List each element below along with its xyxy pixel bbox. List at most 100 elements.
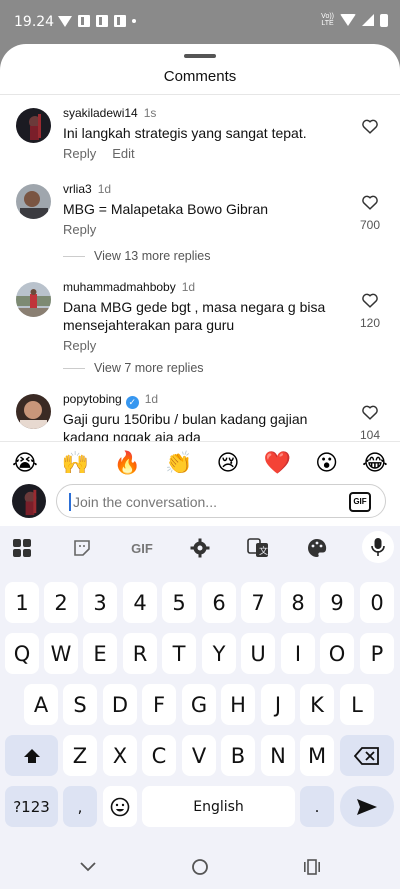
key-r[interactable]: R bbox=[123, 633, 157, 674]
key-p[interactable]: P bbox=[360, 633, 394, 674]
gif-icon[interactable]: GIF bbox=[125, 536, 159, 560]
key-f[interactable]: F bbox=[142, 684, 176, 725]
settings-gear-icon[interactable] bbox=[188, 536, 212, 560]
key-9[interactable]: 9 bbox=[320, 582, 354, 623]
reply-button[interactable]: Reply bbox=[63, 222, 96, 237]
key-l[interactable]: L bbox=[340, 684, 374, 725]
send-key[interactable] bbox=[340, 786, 394, 827]
voice-input-button[interactable] bbox=[362, 531, 394, 563]
key-d[interactable]: D bbox=[103, 684, 137, 725]
comment-actions: Reply bbox=[63, 338, 112, 353]
like-button[interactable]: 700 bbox=[358, 194, 382, 232]
key-5[interactable]: 5 bbox=[162, 582, 196, 623]
emoji-sad-button[interactable]: 😢 bbox=[217, 450, 240, 476]
key-w[interactable]: W bbox=[44, 633, 78, 674]
heart-icon bbox=[362, 293, 378, 308]
key-n[interactable]: N bbox=[261, 735, 295, 776]
shift-arrow-icon bbox=[23, 748, 40, 763]
key-s[interactable]: S bbox=[63, 684, 97, 725]
key-o[interactable]: O bbox=[320, 633, 354, 674]
like-count: 120 bbox=[359, 316, 381, 330]
back-chevron-icon[interactable] bbox=[78, 857, 98, 877]
key-6[interactable]: 6 bbox=[202, 582, 236, 623]
key-b[interactable]: B bbox=[221, 735, 255, 776]
key-j[interactable]: J bbox=[261, 684, 295, 725]
send-arrow-icon bbox=[357, 798, 377, 815]
comment-username[interactable]: muhammadmahboby 1d bbox=[63, 280, 195, 294]
comma-key[interactable]: , bbox=[63, 786, 97, 827]
view-more-replies-button[interactable]: View 13 more replies bbox=[94, 249, 211, 263]
comment-input-field[interactable]: GIF bbox=[56, 484, 386, 518]
comment-username[interactable]: vrlia3 1d bbox=[63, 182, 111, 196]
translate-icon[interactable]: 文 bbox=[246, 536, 270, 560]
like-button[interactable] bbox=[358, 118, 382, 139]
gif-button[interactable]: GIF bbox=[349, 492, 371, 512]
comment-username[interactable]: popytobing ✓ 1d bbox=[63, 392, 158, 409]
emoji-crying-button[interactable]: 😭 bbox=[12, 450, 38, 476]
comment-username[interactable]: syakiladewi14 1s bbox=[63, 106, 156, 120]
key-m[interactable]: M bbox=[300, 735, 334, 776]
key-i[interactable]: I bbox=[281, 633, 315, 674]
key-k[interactable]: K bbox=[300, 684, 334, 725]
key-v[interactable]: V bbox=[182, 735, 216, 776]
key-x[interactable]: X bbox=[103, 735, 137, 776]
like-button[interactable]: 120 bbox=[358, 292, 382, 330]
avatar[interactable] bbox=[16, 282, 51, 317]
reply-button[interactable]: Reply bbox=[63, 338, 96, 353]
like-count: 104 bbox=[359, 428, 381, 442]
emoji-raised-hands-button[interactable]: 🙌 bbox=[62, 450, 89, 476]
key-z[interactable]: Z bbox=[63, 735, 97, 776]
theme-palette-icon[interactable] bbox=[305, 536, 329, 560]
symbols-key[interactable]: ?123 bbox=[5, 786, 58, 827]
key-2[interactable]: 2 bbox=[44, 582, 78, 623]
comment-item: vrlia3 1d MBG = Malapetaka Bowo Gibran Re… bbox=[0, 180, 400, 270]
recents-icon[interactable] bbox=[302, 857, 322, 877]
sticker-icon[interactable] bbox=[70, 536, 94, 560]
emoji-surprised-button[interactable]: 😮 bbox=[315, 450, 338, 476]
emoji-laughing-button[interactable]: 😂 bbox=[362, 450, 388, 476]
avatar[interactable] bbox=[16, 108, 51, 143]
key-g[interactable]: G bbox=[182, 684, 216, 725]
comment-text: MBG = Malapetaka Bowo Gibran bbox=[63, 201, 269, 217]
key-8[interactable]: 8 bbox=[281, 582, 315, 623]
emoji-fire-button[interactable]: 🔥 bbox=[113, 450, 140, 476]
home-circle-icon[interactable] bbox=[190, 857, 210, 877]
space-key[interactable]: English bbox=[142, 786, 295, 827]
period-key[interactable]: . bbox=[300, 786, 334, 827]
emoji-heart-button[interactable]: ❤️ bbox=[264, 450, 291, 476]
comment-item: syakiladewi14 1s Ini langkah strategis ya… bbox=[0, 104, 400, 174]
backspace-key[interactable] bbox=[340, 735, 394, 776]
facebook-notification-icon bbox=[114, 15, 126, 27]
key-q[interactable]: Q bbox=[5, 633, 39, 674]
key-1[interactable]: 1 bbox=[5, 582, 39, 623]
emoji-clap-button[interactable]: 👏 bbox=[165, 450, 192, 476]
view-more-replies-button[interactable]: View 7 more replies bbox=[94, 361, 204, 375]
key-c[interactable]: C bbox=[142, 735, 176, 776]
key-4[interactable]: 4 bbox=[123, 582, 157, 623]
avatar[interactable] bbox=[16, 394, 51, 429]
key-0[interactable]: 0 bbox=[360, 582, 394, 623]
edit-button[interactable]: Edit bbox=[112, 146, 134, 161]
keyboard-toolbar: GIF 文 bbox=[0, 526, 400, 570]
key-u[interactable]: U bbox=[241, 633, 275, 674]
key-y[interactable]: Y bbox=[202, 633, 236, 674]
key-3[interactable]: 3 bbox=[83, 582, 117, 623]
avatar[interactable] bbox=[16, 184, 51, 219]
drag-handle[interactable] bbox=[184, 54, 216, 58]
like-button[interactable]: 104 bbox=[358, 404, 382, 442]
emoji-key[interactable] bbox=[103, 786, 137, 827]
shift-key[interactable] bbox=[5, 735, 58, 776]
facebook-notification-icon bbox=[78, 15, 90, 27]
apps-grid-icon[interactable] bbox=[10, 536, 34, 560]
more-notifications-dot bbox=[132, 19, 136, 23]
reply-button[interactable]: Reply bbox=[63, 146, 96, 161]
heart-icon bbox=[362, 195, 378, 210]
key-e[interactable]: E bbox=[83, 633, 117, 674]
key-t[interactable]: T bbox=[162, 633, 196, 674]
key-a[interactable]: A bbox=[24, 684, 58, 725]
comment-input[interactable] bbox=[73, 491, 333, 513]
key-7[interactable]: 7 bbox=[241, 582, 275, 623]
divider bbox=[0, 94, 400, 95]
key-h[interactable]: H bbox=[221, 684, 255, 725]
vpn-icon bbox=[58, 15, 72, 27]
